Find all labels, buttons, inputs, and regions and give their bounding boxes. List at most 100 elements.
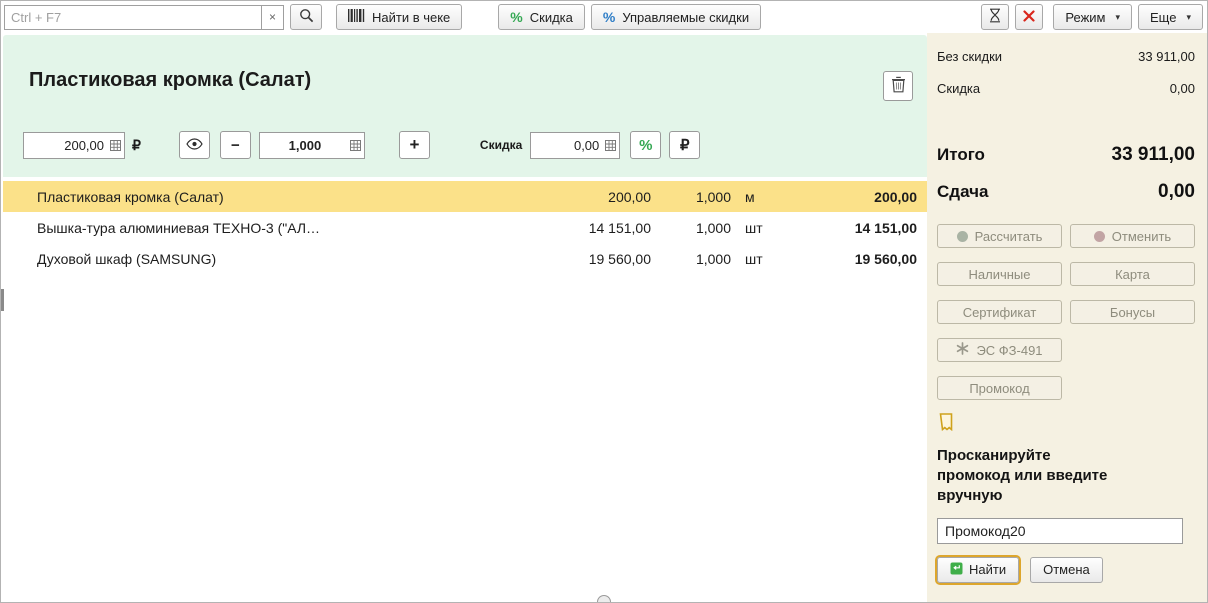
promo-instruction: Просканируйте промокод или введите вручн… [937, 447, 1108, 504]
price-field [23, 131, 125, 159]
discount-button[interactable]: % Скидка [498, 4, 585, 30]
mode-label: Режим [1065, 9, 1106, 25]
search-field-group: × [4, 4, 284, 30]
trash-icon [891, 76, 906, 96]
pos-window: × Найти в чеке % Скидка % Управляемые ск… [0, 0, 1208, 603]
calculate-status-icon [956, 230, 968, 242]
left-splitter-handle[interactable] [1, 289, 4, 311]
promocode-button[interactable]: Промокод [937, 376, 1062, 400]
item-price: 19 560,00 [588, 250, 651, 267]
mode-dropdown[interactable]: Режим ▾ [1053, 4, 1133, 30]
calculate-label: Рассчитать [974, 228, 1043, 244]
increase-qty-button[interactable]: + [398, 131, 430, 159]
card-button[interactable]: Карта [1070, 262, 1195, 286]
snowflake-icon [956, 342, 969, 358]
close-icon [1023, 9, 1035, 25]
no-discount-label: Без скидки [937, 49, 1003, 64]
more-dropdown[interactable]: Еще ▾ [1138, 4, 1203, 30]
receipt-table: Пластиковая кромка (Салат) 200,00 1,000 … [3, 181, 927, 274]
chevron-down-icon: ▾ [1115, 11, 1121, 22]
hourglass-icon [989, 8, 1001, 26]
hourglass-button[interactable] [981, 4, 1010, 30]
ticket-icon [939, 413, 1195, 436]
cancel-payment-label: Отменить [1111, 228, 1172, 244]
table-row[interactable]: Пластиковая кромка (Салат) 200,00 1,000 … [3, 181, 927, 212]
item-price: 200,00 [608, 188, 651, 205]
current-item-panel: Пластиковая кромка (Салат) ₽ [3, 35, 927, 177]
item-qty: 1,000 [695, 250, 731, 267]
calculator-icon[interactable] [349, 139, 361, 151]
promo-find-label: Найти [969, 562, 1007, 578]
more-label: Еще [1150, 9, 1177, 25]
managed-discounts-label: Управляемые скидки [622, 9, 750, 25]
item-name: Вышка-тура алюминиевая ТЕХНО-3 ("АЛ… [37, 219, 321, 236]
change-value: 0,00 [1158, 181, 1195, 202]
table-row[interactable]: Вышка-тура алюминиевая ТЕХНО-3 ("АЛ… 14 … [3, 212, 927, 243]
discount-ruble-button[interactable]: ₽ [669, 131, 701, 159]
payment-sidebar: Без скидки 33 911,00 Скидка 0,00 Итого 3… [927, 33, 1207, 602]
managed-discounts-button[interactable]: % Управляемые скидки [590, 4, 762, 30]
table-row[interactable]: Духовой шкаф (SAMSUNG) 19 560,00 1,000 ш… [3, 243, 927, 274]
discount-summary-label: Скидка [937, 81, 981, 96]
payment-buttons-grid: Рассчитать Отменить Наличные Карта Серти… [937, 224, 1195, 400]
item-name: Духовой шкаф (SAMSUNG) [37, 250, 217, 267]
item-controls-row: ₽ − + Скидка [23, 131, 915, 159]
cancel-status-icon [1093, 230, 1105, 242]
search-icon [299, 8, 314, 26]
no-discount-value: 33 911,00 [1138, 49, 1195, 64]
discount-field-label: Скидка [479, 138, 523, 152]
bottom-splitter-handle[interactable] [597, 595, 611, 602]
clear-search-button[interactable]: × [262, 4, 284, 30]
discount-field [530, 131, 621, 159]
decrease-qty-button[interactable]: − [219, 131, 251, 159]
percent-green-icon: % [510, 9, 523, 25]
current-item-title: Пластиковая кромка (Салат) [29, 69, 312, 91]
search-input[interactable] [4, 4, 262, 30]
top-toolbar: × Найти в чеке % Скидка % Управляемые ск… [1, 1, 1207, 33]
chevron-down-icon: ▾ [1186, 11, 1191, 22]
promo-find-button[interactable]: Найти [937, 556, 1020, 583]
eye-icon [186, 137, 203, 154]
view-item-button[interactable] [178, 131, 210, 159]
es-fz491-button[interactable]: ЭС ФЗ-491 [937, 338, 1062, 362]
bonuses-button[interactable]: Бонусы [1070, 300, 1195, 324]
barcode-icon [348, 9, 365, 25]
receipt-area: Пластиковая кромка (Салат) ₽ [1, 33, 927, 602]
quantity-field [258, 131, 365, 159]
price-currency-label: ₽ [132, 136, 141, 153]
search-button[interactable] [290, 4, 322, 30]
certificate-button[interactable]: Сертификат [937, 300, 1062, 324]
discount-percent-button[interactable]: % [630, 131, 662, 159]
calculator-icon[interactable] [605, 139, 617, 151]
window-body: Пластиковая кромка (Салат) ₽ [1, 33, 1207, 602]
total-label: Итого [937, 145, 985, 164]
promocode-input[interactable] [937, 517, 1183, 544]
es-fz491-label: ЭС ФЗ-491 [976, 342, 1043, 358]
calculator-icon[interactable] [110, 139, 121, 151]
item-qty: 1,000 [695, 219, 731, 236]
item-total: 14 151,00 [854, 219, 917, 236]
delete-item-button[interactable] [883, 71, 913, 101]
discount-summary-value: 0,00 [1169, 81, 1195, 96]
promo-cancel-button[interactable]: Отмена [1030, 556, 1103, 583]
cancel-payment-button[interactable]: Отменить [1070, 224, 1195, 248]
change-label: Сдача [937, 182, 989, 201]
item-total: 19 560,00 [854, 250, 917, 267]
item-unit: шт [745, 219, 763, 236]
item-qty: 1,000 [695, 188, 731, 205]
percent-blue-icon: % [602, 9, 616, 25]
discount-button-label: Скидка [529, 9, 573, 25]
calculate-button[interactable]: Рассчитать [937, 224, 1062, 248]
item-unit: шт [745, 250, 763, 267]
item-unit: м [745, 188, 755, 205]
item-price: 14 151,00 [588, 219, 651, 236]
item-name: Пластиковая кромка (Салат) [37, 188, 224, 205]
find-in-receipt-label: Найти в чеке [372, 9, 451, 25]
close-receipt-button[interactable] [1015, 4, 1044, 30]
enter-icon [950, 562, 963, 578]
cash-button[interactable]: Наличные [937, 262, 1062, 286]
find-in-receipt-button[interactable]: Найти в чеке [336, 4, 463, 30]
total-value: 33 911,00 [1111, 144, 1195, 165]
item-total: 200,00 [874, 188, 917, 205]
promo-actions: Найти Отмена [937, 556, 1195, 583]
